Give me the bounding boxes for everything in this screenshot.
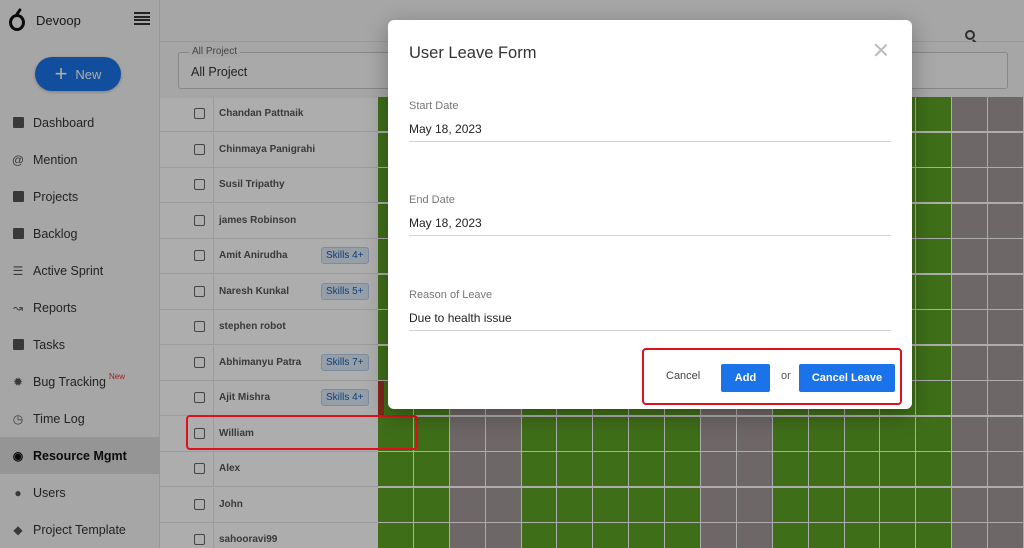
end-date-field[interactable]: End Date May 18, 2023 [409, 194, 891, 236]
end-date-value[interactable]: May 18, 2023 [409, 216, 482, 230]
modal-title: User Leave Form [409, 44, 537, 62]
reason-label: Reason of Leave [409, 289, 493, 301]
william-row-highlight [186, 415, 418, 450]
end-date-label: End Date [409, 194, 455, 206]
start-date-value[interactable]: May 18, 2023 [409, 122, 482, 136]
reason-value[interactable]: Due to health issue [409, 311, 512, 325]
start-date-field[interactable]: Start Date May 18, 2023 [409, 100, 891, 142]
reason-field[interactable]: Reason of Leave Due to health issue [409, 289, 891, 331]
close-icon[interactable] [873, 42, 889, 58]
actions-highlight [642, 348, 902, 405]
start-date-label: Start Date [409, 100, 459, 112]
